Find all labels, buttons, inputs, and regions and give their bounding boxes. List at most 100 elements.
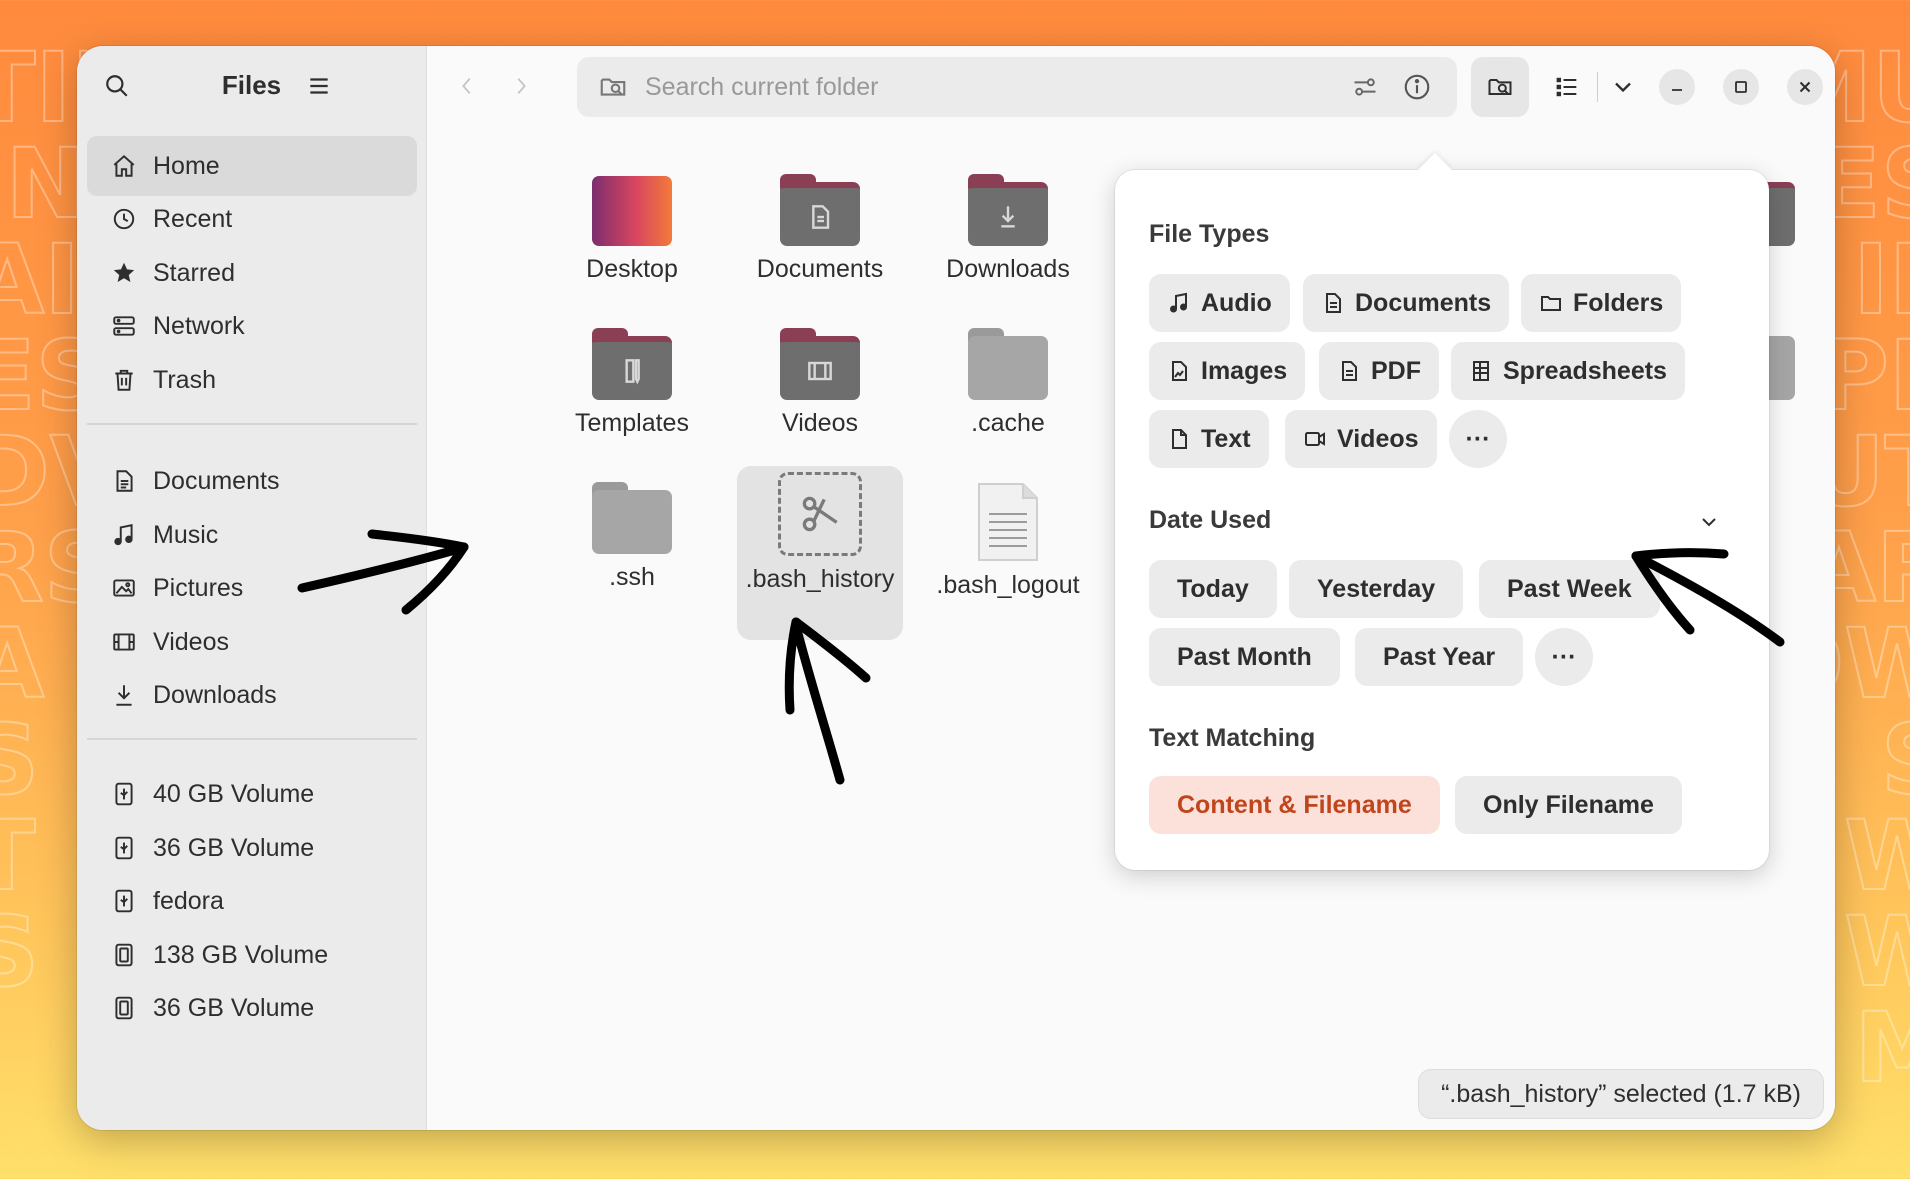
date-chip-past-year[interactable]: Past Year xyxy=(1355,628,1524,686)
file-name: Desktop xyxy=(586,255,678,283)
sidebar-item-label: Downloads xyxy=(153,680,277,709)
info-icon xyxy=(1404,74,1430,100)
file-item-desktop[interactable]: Desktop xyxy=(549,174,715,285)
sidebar-item-36gb-volume[interactable]: 36 GB Volume xyxy=(87,818,417,878)
sidebar-item-label: Music xyxy=(153,520,219,549)
folder-icon xyxy=(968,328,1048,400)
sidebar-item-network[interactable]: Network xyxy=(87,296,417,356)
sidebar-item-40gb-volume[interactable]: 40 GB Volume xyxy=(87,764,417,824)
sidebar-item-home[interactable]: Home xyxy=(87,136,417,196)
filter-chip-spreadsheets[interactable]: Spreadsheets xyxy=(1451,342,1685,400)
sidebar-item-trash[interactable]: Trash xyxy=(87,350,417,410)
search-input[interactable] xyxy=(645,72,1245,102)
filter-chip-images[interactable]: Images xyxy=(1149,342,1306,400)
list-view-button[interactable] xyxy=(1539,57,1595,117)
clock-icon xyxy=(109,204,139,234)
sidebar-header: Files xyxy=(77,46,426,126)
downloads-folder-icon xyxy=(968,174,1048,246)
file-item-bash-logout[interactable]: .bash_logout xyxy=(925,482,1091,601)
file-name: .bash_history xyxy=(745,565,895,593)
file-item-downloads[interactable]: Downloads xyxy=(925,174,1091,285)
sidebar-item-music[interactable]: Music xyxy=(87,505,417,565)
chevron-left-icon xyxy=(462,78,471,94)
filter-chip-folders[interactable]: Folders xyxy=(1521,274,1682,332)
scissors-icon xyxy=(778,472,862,556)
toolbar-divider xyxy=(1597,72,1598,102)
chip-label: PDF xyxy=(1371,356,1421,385)
hard-drive-icon xyxy=(109,993,139,1023)
file-item-cache[interactable]: .cache xyxy=(925,328,1091,439)
minimize-icon xyxy=(1672,89,1682,91)
sidebar-item-pictures[interactable]: Pictures xyxy=(87,558,417,618)
date-used-heading: Date Used xyxy=(1149,506,1272,534)
music-icon xyxy=(1170,292,1187,313)
sidebar-item-label: Trash xyxy=(153,365,216,394)
date-chip-today[interactable]: Today xyxy=(1149,560,1277,618)
chip-label: Only Filename xyxy=(1483,790,1654,819)
text-matching-heading: Text Matching xyxy=(1149,724,1316,752)
status-bar: “.bash_history” selected (1.7 kB) xyxy=(1419,1070,1823,1118)
file-types-heading: File Types xyxy=(1149,220,1270,248)
match-chip-content-and-filename[interactable]: Content & Filename xyxy=(1149,776,1440,834)
filter-chip-pdf[interactable]: PDF xyxy=(1319,342,1439,400)
video-camera-icon xyxy=(1305,432,1325,446)
file-item-videos[interactable]: Videos xyxy=(737,328,903,439)
home-icon xyxy=(109,151,139,181)
file-name: Downloads xyxy=(946,255,1070,283)
sidebar-item-documents[interactable]: Documents xyxy=(87,451,417,511)
chip-label: Images xyxy=(1201,356,1288,385)
search-filters-button[interactable] xyxy=(1347,69,1383,105)
back-button[interactable] xyxy=(447,66,487,106)
music-icon xyxy=(109,520,139,550)
sidebar-item-138gb-volume[interactable]: 138 GB Volume xyxy=(87,925,417,985)
chip-label: Folders xyxy=(1573,288,1664,317)
spreadsheet-icon xyxy=(1473,361,1489,381)
sidebar-item-label: Videos xyxy=(153,627,229,656)
close-button[interactable] xyxy=(1787,69,1823,105)
date-chip-yesterday[interactable]: Yesterday xyxy=(1289,560,1464,618)
star-icon xyxy=(109,258,139,288)
sidebar-item-fedora[interactable]: fedora xyxy=(87,871,417,931)
sidebar-item-recent[interactable]: Recent xyxy=(87,189,417,249)
chip-label: Past Year xyxy=(1383,642,1496,671)
file-item-templates[interactable]: Templates xyxy=(549,328,715,439)
view-options-dropdown[interactable] xyxy=(1601,57,1645,117)
hamburger-menu-icon xyxy=(310,78,328,94)
maximize-button[interactable] xyxy=(1723,69,1759,105)
file-item-documents[interactable]: Documents xyxy=(737,174,903,285)
more-dates-button[interactable]: ··· xyxy=(1535,628,1593,686)
sidebar-item-downloads[interactable]: Downloads xyxy=(87,665,417,725)
file-name: Videos xyxy=(782,409,858,437)
sidebar-item-label: fedora xyxy=(153,886,224,915)
close-icon xyxy=(1799,81,1811,93)
sidebar-item-videos[interactable]: Videos xyxy=(87,612,417,672)
filter-chip-documents[interactable]: Documents xyxy=(1303,274,1510,332)
sidebar-item-starred[interactable]: Starred xyxy=(87,243,417,303)
minimize-button[interactable] xyxy=(1659,69,1695,105)
sidebar-item-label: Network xyxy=(153,311,245,340)
main-menu-button[interactable] xyxy=(299,66,339,106)
search-toggle-button[interactable] xyxy=(1471,57,1529,117)
forward-button[interactable] xyxy=(501,66,541,106)
file-item-ssh[interactable]: .ssh xyxy=(549,482,715,593)
sidebar-item-label: 36 GB Volume xyxy=(153,833,315,862)
filter-chip-text[interactable]: Text xyxy=(1149,410,1269,468)
sidebar-item-36gb-volume-2[interactable]: 36 GB Volume xyxy=(87,978,417,1038)
more-file-types-button[interactable]: ··· xyxy=(1449,410,1507,468)
search-info-button[interactable] xyxy=(1399,69,1435,105)
date-chip-past-week[interactable]: Past Week xyxy=(1479,560,1660,618)
file-item-bash-history[interactable]: .bash_history xyxy=(737,472,903,595)
text-file-icon xyxy=(1172,429,1187,449)
document-icon xyxy=(109,466,139,496)
network-icon xyxy=(109,311,139,341)
chevron-down-icon[interactable] xyxy=(1697,510,1721,534)
filter-chip-videos[interactable]: Videos xyxy=(1285,410,1437,468)
date-chip-past-month[interactable]: Past Month xyxy=(1149,628,1340,686)
chip-label: Yesterday xyxy=(1317,574,1436,603)
sidebar-item-label: Documents xyxy=(153,466,280,495)
match-chip-only-filename[interactable]: Only Filename xyxy=(1455,776,1682,834)
file-name: Templates xyxy=(575,409,689,437)
search-filters-popover: File Types Audio Documents Folders Image… xyxy=(1115,153,1769,870)
filter-chip-audio[interactable]: Audio xyxy=(1149,274,1290,332)
chip-label: Today xyxy=(1177,574,1249,603)
